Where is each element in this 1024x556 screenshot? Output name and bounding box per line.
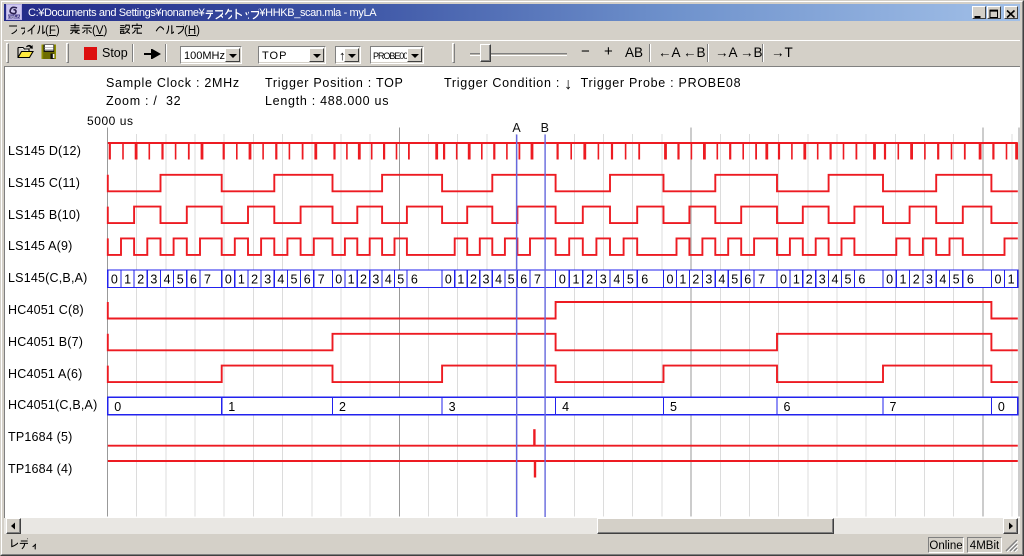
svg-text:3: 3 — [819, 272, 826, 286]
svg-text:6: 6 — [520, 272, 527, 286]
svg-text:6: 6 — [411, 272, 418, 286]
svg-text:1: 1 — [1008, 272, 1015, 286]
svg-text:7: 7 — [204, 272, 211, 286]
svg-text:2: 2 — [913, 272, 920, 286]
svg-text:0: 0 — [111, 272, 118, 286]
svg-text:3: 3 — [372, 272, 379, 286]
svg-text:6: 6 — [784, 400, 791, 414]
svg-text:5: 5 — [291, 272, 298, 286]
svg-text:2: 2 — [137, 272, 144, 286]
svg-text:1: 1 — [238, 272, 245, 286]
svg-text:4: 4 — [495, 272, 502, 286]
svg-text:0: 0 — [335, 272, 342, 286]
svg-text:4: 4 — [164, 272, 171, 286]
svg-text:3: 3 — [264, 272, 271, 286]
svg-text:5: 5 — [731, 272, 738, 286]
svg-text:0: 0 — [995, 272, 1002, 286]
svg-text:4: 4 — [385, 272, 392, 286]
svg-text:3: 3 — [449, 400, 456, 414]
svg-text:6: 6 — [967, 272, 974, 286]
svg-text:1: 1 — [228, 400, 235, 414]
svg-text:4: 4 — [939, 272, 946, 286]
svg-text:4: 4 — [832, 272, 839, 286]
svg-text:0: 0 — [559, 272, 566, 286]
svg-text:1: 1 — [900, 272, 907, 286]
svg-text:2: 2 — [339, 400, 346, 414]
svg-text:0: 0 — [445, 272, 452, 286]
svg-text:4: 4 — [613, 272, 620, 286]
svg-text:6: 6 — [858, 272, 865, 286]
svg-text:6: 6 — [190, 272, 197, 286]
svg-text:0: 0 — [886, 272, 893, 286]
svg-text:0: 0 — [225, 272, 232, 286]
svg-text:5: 5 — [953, 272, 960, 286]
svg-text:1: 1 — [573, 272, 580, 286]
svg-text:5: 5 — [845, 272, 852, 286]
svg-text:2: 2 — [692, 272, 699, 286]
svg-text:6: 6 — [744, 272, 751, 286]
svg-text:3: 3 — [705, 272, 712, 286]
svg-text:0: 0 — [114, 400, 121, 414]
svg-text:2: 2 — [360, 272, 367, 286]
svg-text:6: 6 — [641, 272, 648, 286]
svg-text:5: 5 — [508, 272, 515, 286]
svg-text:2: 2 — [586, 272, 593, 286]
svg-text:4: 4 — [562, 400, 569, 414]
svg-text:0: 0 — [780, 272, 787, 286]
svg-text:1: 1 — [793, 272, 800, 286]
svg-text:6: 6 — [304, 272, 311, 286]
svg-text:5: 5 — [177, 272, 184, 286]
svg-text:0: 0 — [667, 272, 674, 286]
svg-text:3: 3 — [150, 272, 157, 286]
svg-text:4: 4 — [277, 272, 284, 286]
svg-text:3: 3 — [926, 272, 933, 286]
svg-text:3: 3 — [483, 272, 490, 286]
svg-text:B: B — [541, 121, 549, 135]
svg-text:1: 1 — [348, 272, 355, 286]
svg-text:1: 1 — [124, 272, 131, 286]
svg-text:5: 5 — [627, 272, 634, 286]
svg-text:2: 2 — [470, 272, 477, 286]
svg-text:5: 5 — [397, 272, 404, 286]
svg-text:3: 3 — [600, 272, 607, 286]
svg-text:0: 0 — [998, 400, 1005, 414]
svg-text:5: 5 — [670, 400, 677, 414]
svg-text:2: 2 — [806, 272, 813, 286]
svg-text:A: A — [512, 121, 521, 135]
svg-text:1: 1 — [679, 272, 686, 286]
svg-text:1: 1 — [457, 272, 464, 286]
svg-text:7: 7 — [318, 272, 325, 286]
svg-text:7: 7 — [534, 272, 541, 286]
svg-text:7: 7 — [758, 272, 765, 286]
svg-text:4: 4 — [718, 272, 725, 286]
svg-text:7: 7 — [890, 400, 897, 414]
svg-text:2: 2 — [251, 272, 258, 286]
